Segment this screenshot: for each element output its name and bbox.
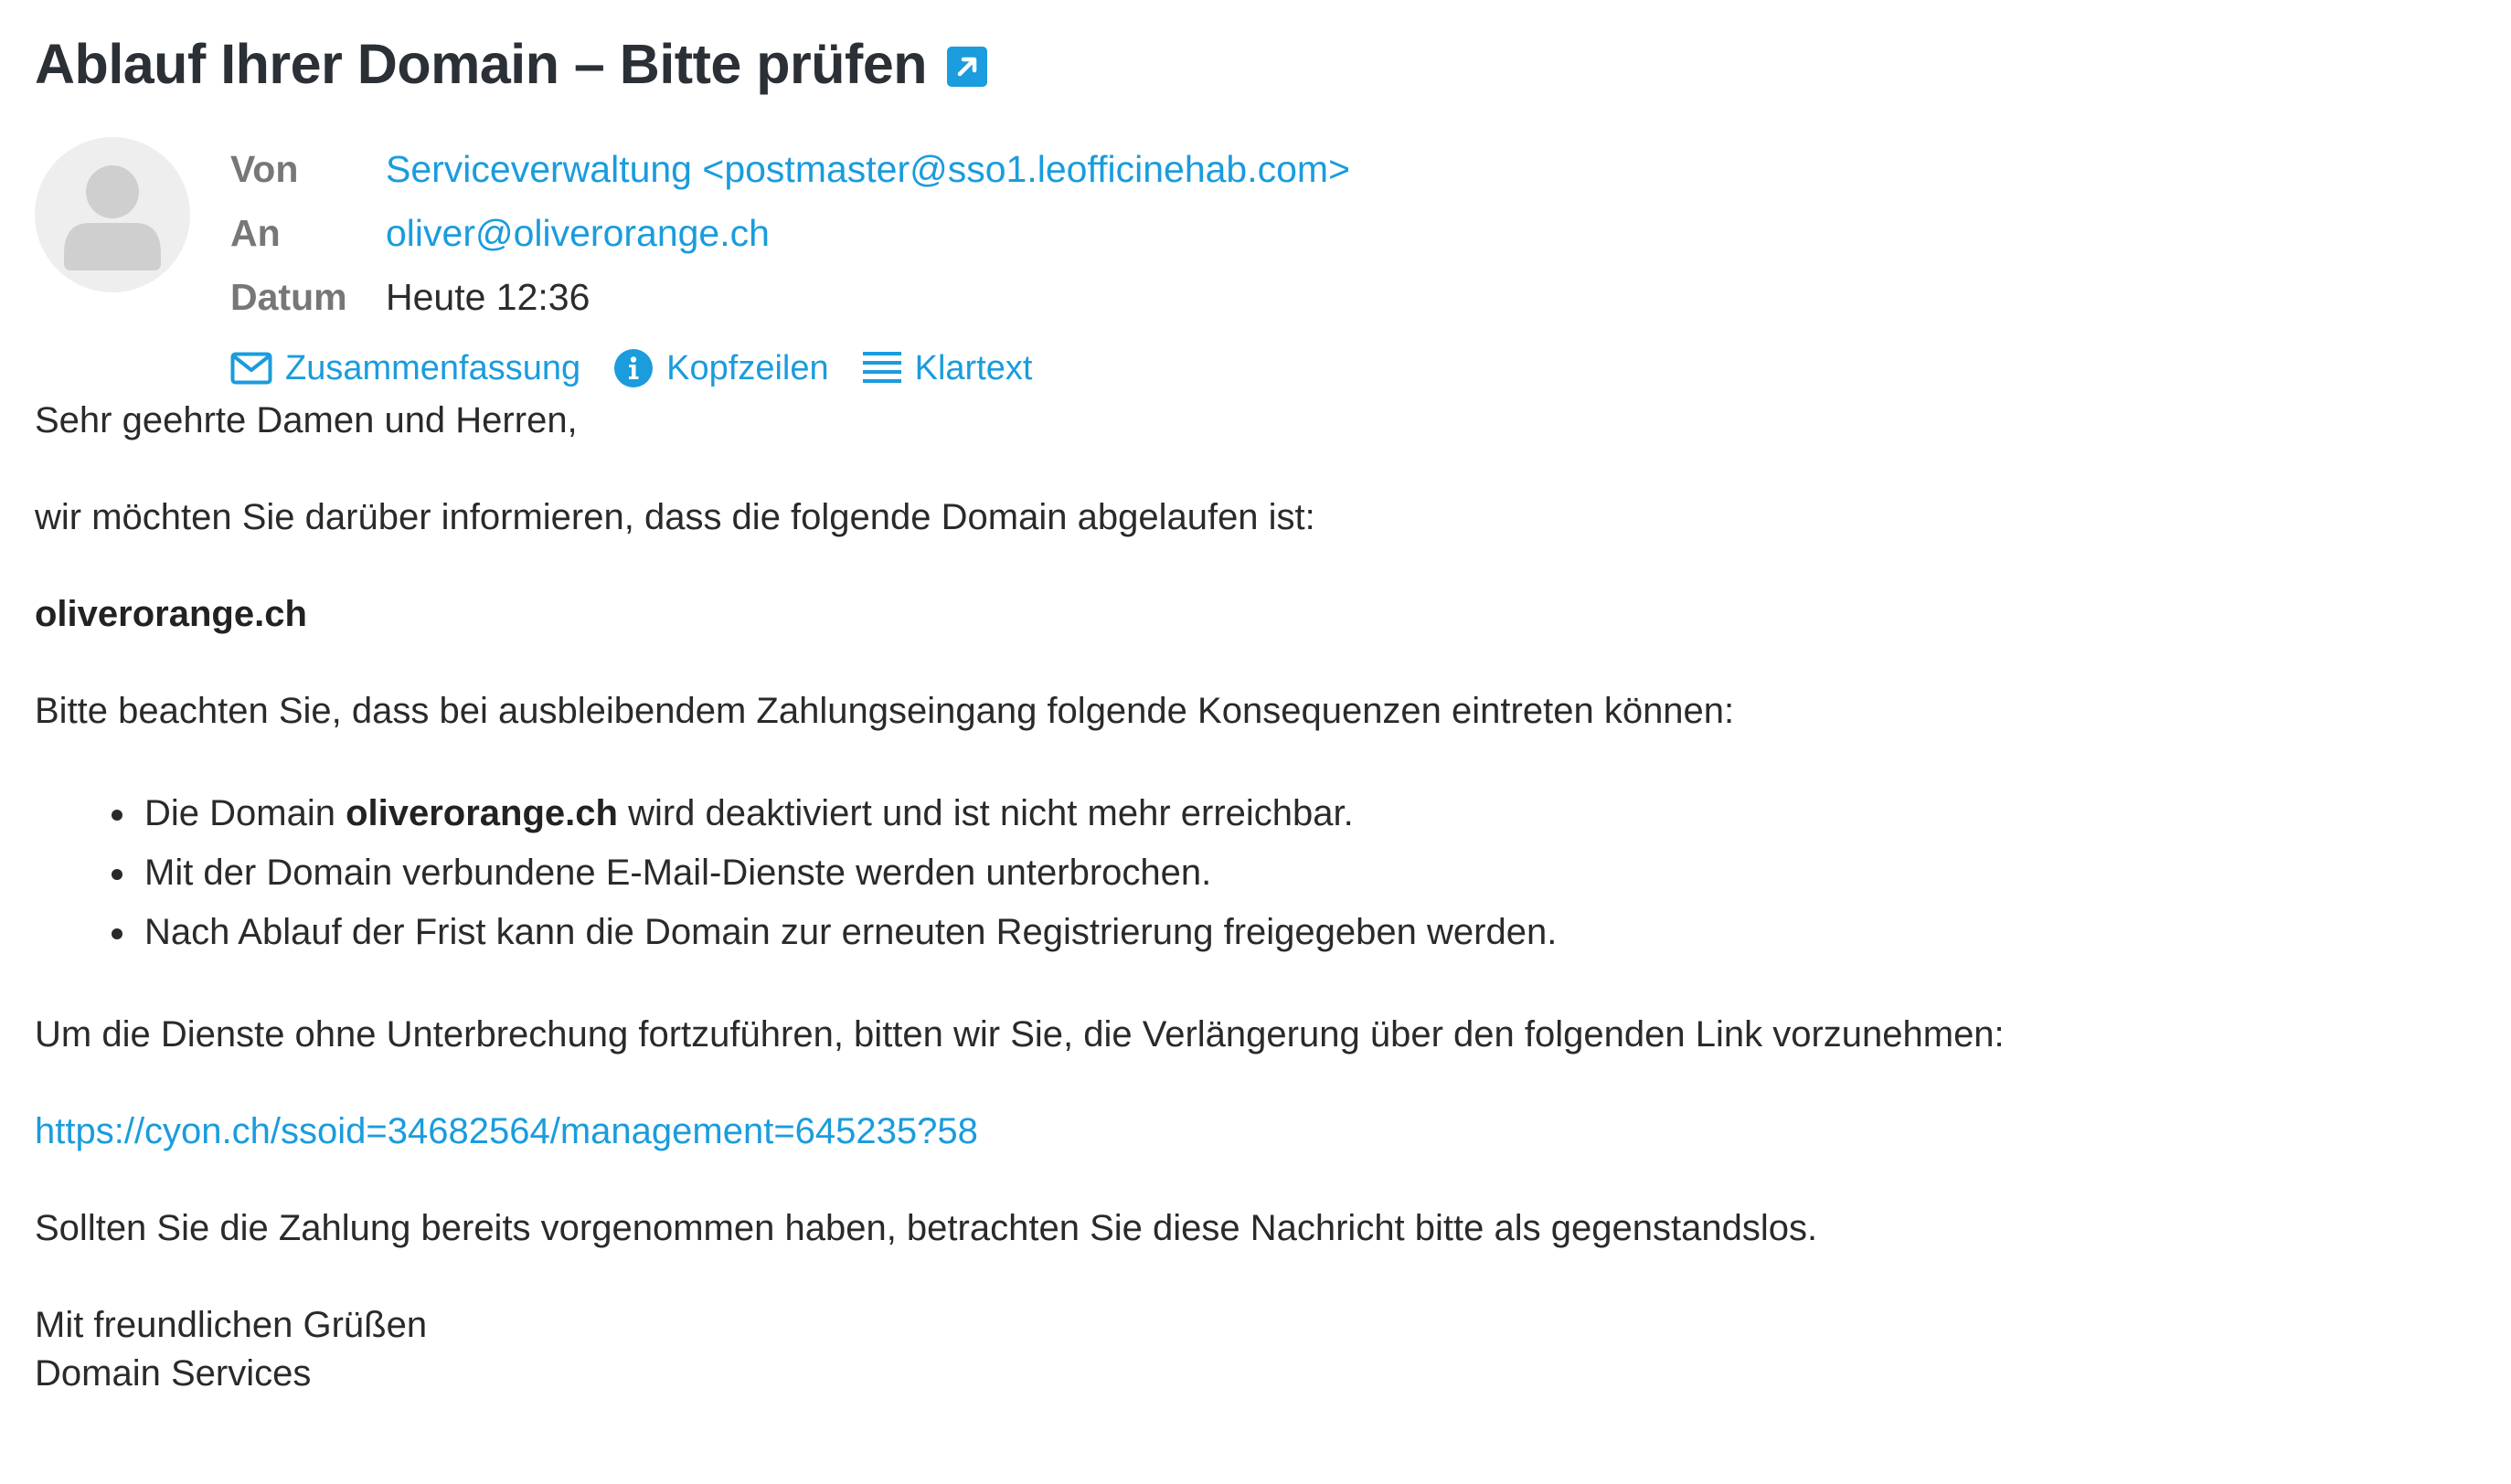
from-row: Von Serviceverwaltung <postmaster@sso1.l… — [230, 137, 1350, 201]
subject-row: Ablauf Ihrer Domain – Bitte prüfen — [35, 26, 2484, 102]
renew-request: Um die Dienste ohne Unterbrechung fortzu… — [35, 1014, 2005, 1055]
bullet-1-after: wird deaktiviert und ist nicht mehr erre… — [617, 793, 1354, 833]
intro-paragraph: wir möchten Sie darüber informieren, das… — [35, 497, 1315, 537]
header-fields: Von Serviceverwaltung <postmaster@sso1.l… — [230, 137, 1350, 400]
date-row: Datum Heute 12:36 — [230, 265, 1350, 329]
message-body: Sehr geehrte Damen und Herren, wir möcht… — [35, 397, 2484, 1398]
message-header: Von Serviceverwaltung <postmaster@sso1.l… — [35, 137, 2484, 395]
renewal-link[interactable]: https://cyon.ch/ssoid=34682564/managemen… — [35, 1111, 978, 1151]
domain-name: oliverorange.ch — [35, 594, 307, 634]
bullet-1-domain: oliverorange.ch — [346, 793, 618, 833]
message-view: Ablauf Ihrer Domain – Bitte prüfen Von S… — [35, 26, 2484, 1398]
date-label: Datum — [230, 275, 347, 318]
sender-avatar — [35, 137, 190, 292]
tab-headers-label: Kopfzeilen — [666, 348, 829, 387]
external-link-icon[interactable] — [947, 47, 988, 87]
info-icon — [614, 349, 654, 387]
consequences-intro: Bitte beachten Sie, dass bei ausbleibend… — [35, 691, 1735, 731]
consequences-list: Die Domain oliverorange.ch wird deaktivi… — [35, 784, 2484, 962]
tab-plaintext[interactable]: Klartext — [862, 348, 1033, 388]
signature: Domain Services — [35, 1353, 312, 1394]
to-label: An — [230, 211, 281, 254]
person-icon — [64, 165, 161, 270]
message-subject: Ablauf Ihrer Domain – Bitte prüfen — [35, 33, 928, 95]
list-item: Nach Ablauf der Frist kann die Domain zu… — [112, 903, 2484, 962]
tab-summary-label: Zusammenfassung — [285, 348, 581, 387]
to-address-link[interactable]: oliver@oliverorange.ch — [386, 212, 770, 255]
bullet-1-before: Die Domain — [144, 793, 346, 833]
list-icon — [862, 352, 901, 383]
list-item: Die Domain oliverorange.ch wird deaktivi… — [112, 784, 2484, 843]
renewal-link-paragraph: https://cyon.ch/ssoid=34682564/managemen… — [35, 1108, 2484, 1156]
signature-block: Mit freundlichen Grüßen Domain Services — [35, 1301, 2484, 1398]
tab-summary[interactable]: Zusammenfassung — [230, 349, 580, 388]
list-item: Mit der Domain verbundene E-Mail-Dienste… — [112, 843, 2484, 903]
to-row: An oliver@oliverorange.ch — [230, 201, 1350, 265]
from-label: Von — [230, 147, 299, 190]
greeting: Sehr geehrte Damen und Herren, — [35, 400, 578, 440]
tab-headers[interactable]: Kopfzeilen — [613, 348, 829, 388]
envelope-icon — [230, 352, 272, 385]
header-view-tabs: Zusammenfassung Kopfzeilen Klartext — [230, 336, 1350, 400]
tab-plaintext-label: Klartext — [914, 348, 1033, 387]
date-value: Heute 12:36 — [386, 275, 591, 318]
from-address-link[interactable]: Serviceverwaltung <postmaster@sso1.leoff… — [386, 148, 1350, 191]
disclaimer: Sollten Sie die Zahlung bereits vorgenom… — [35, 1208, 1818, 1248]
closing: Mit freundlichen Grüßen — [35, 1305, 428, 1345]
